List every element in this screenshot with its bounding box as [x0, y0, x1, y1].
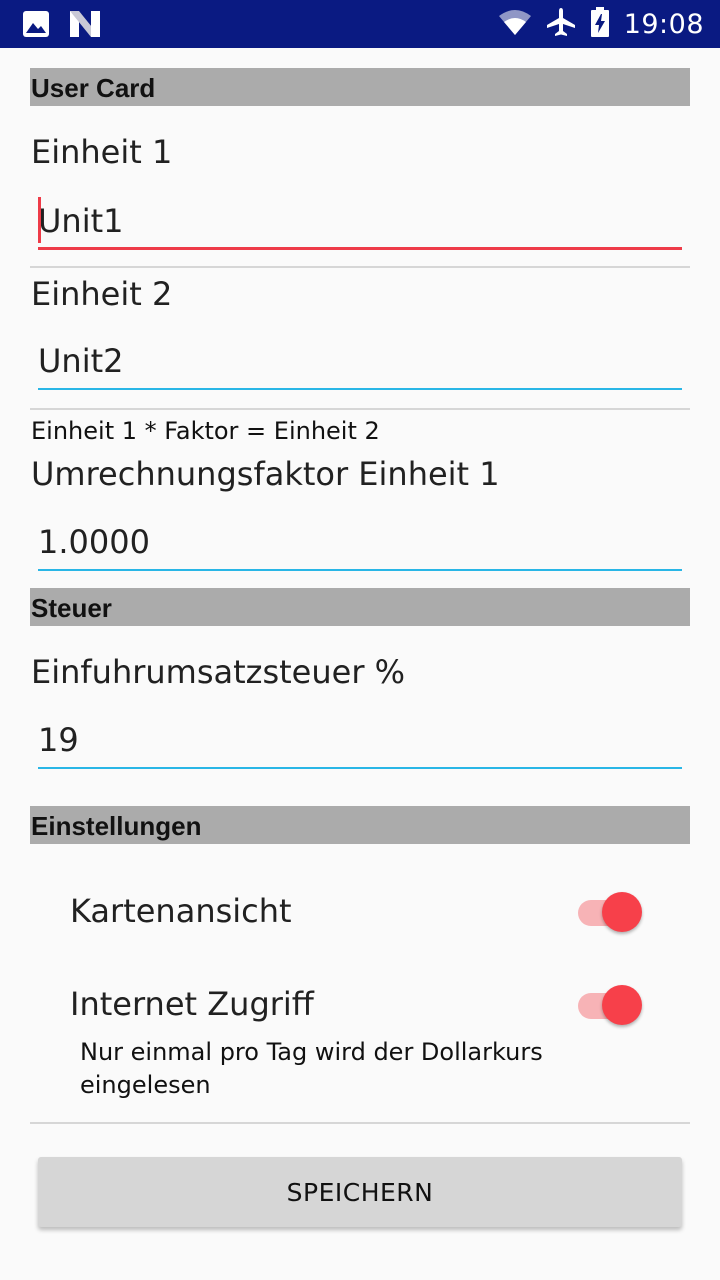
divider	[30, 266, 690, 268]
status-bar: 19:08	[0, 0, 720, 48]
card-view-label: Kartenansicht	[70, 892, 292, 930]
conversion-factor-label: Umrechnungsfaktor Einheit 1	[31, 455, 500, 493]
text-cursor	[38, 197, 41, 243]
internet-access-switch[interactable]	[578, 983, 646, 1029]
divider	[30, 1122, 690, 1124]
unit2-label: Einheit 2	[31, 275, 173, 313]
unit1-label: Einheit 1	[31, 133, 173, 171]
section-header-user-card: User Card	[30, 68, 690, 106]
import-tax-input[interactable]	[38, 713, 682, 769]
image-icon	[22, 10, 50, 42]
unit2-input[interactable]	[38, 334, 682, 390]
airplane-icon	[546, 7, 576, 41]
switch-thumb	[602, 892, 642, 932]
wifi-icon	[498, 8, 532, 40]
import-tax-label: Einfuhrumsatzsteuer %	[31, 653, 406, 691]
section-header-settings: Einstellungen	[30, 806, 690, 844]
internet-access-hint: Nur einmal pro Tag wird der Dollarkurs e…	[80, 1038, 543, 1099]
conversion-formula: Einheit 1 * Faktor = Einheit 2	[31, 417, 380, 445]
n-logo-icon	[70, 11, 100, 41]
internet-access-label: Internet Zugriff	[70, 985, 314, 1023]
status-time: 19:08	[623, 8, 704, 40]
card-view-switch[interactable]	[578, 890, 646, 936]
save-button[interactable]: SPEICHERN	[38, 1157, 682, 1227]
unit1-input[interactable]	[38, 194, 682, 250]
switch-thumb	[602, 985, 642, 1025]
section-header-tax: Steuer	[30, 588, 690, 626]
conversion-factor-input[interactable]	[38, 515, 682, 571]
divider	[30, 408, 690, 410]
battery-charging-icon	[590, 7, 610, 41]
